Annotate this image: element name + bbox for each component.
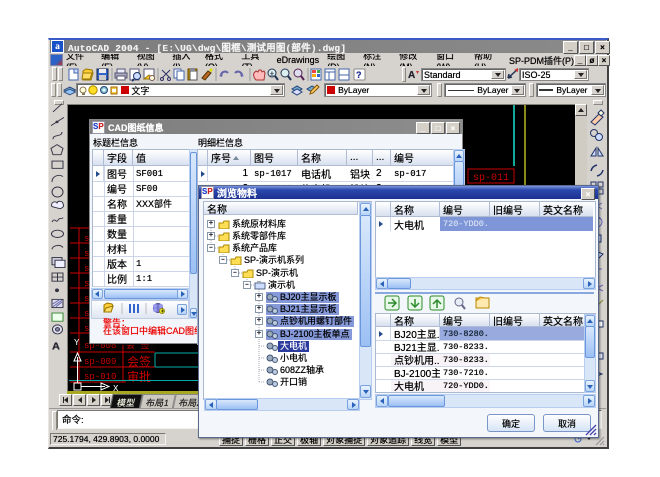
svg-text:?: ? xyxy=(356,70,362,80)
svg-text:sp-011: sp-011 xyxy=(473,173,509,184)
svg-text:会签: 会签 xyxy=(127,354,151,369)
svg-text:A: A xyxy=(408,70,415,81)
svg-text:±: ± xyxy=(270,71,274,78)
svg-text:Y: Y xyxy=(74,338,80,348)
svg-text:A: A xyxy=(52,341,60,352)
svg-text:sp-009: sp-009 xyxy=(84,357,116,367)
svg-text:审批: 审批 xyxy=(127,369,151,384)
